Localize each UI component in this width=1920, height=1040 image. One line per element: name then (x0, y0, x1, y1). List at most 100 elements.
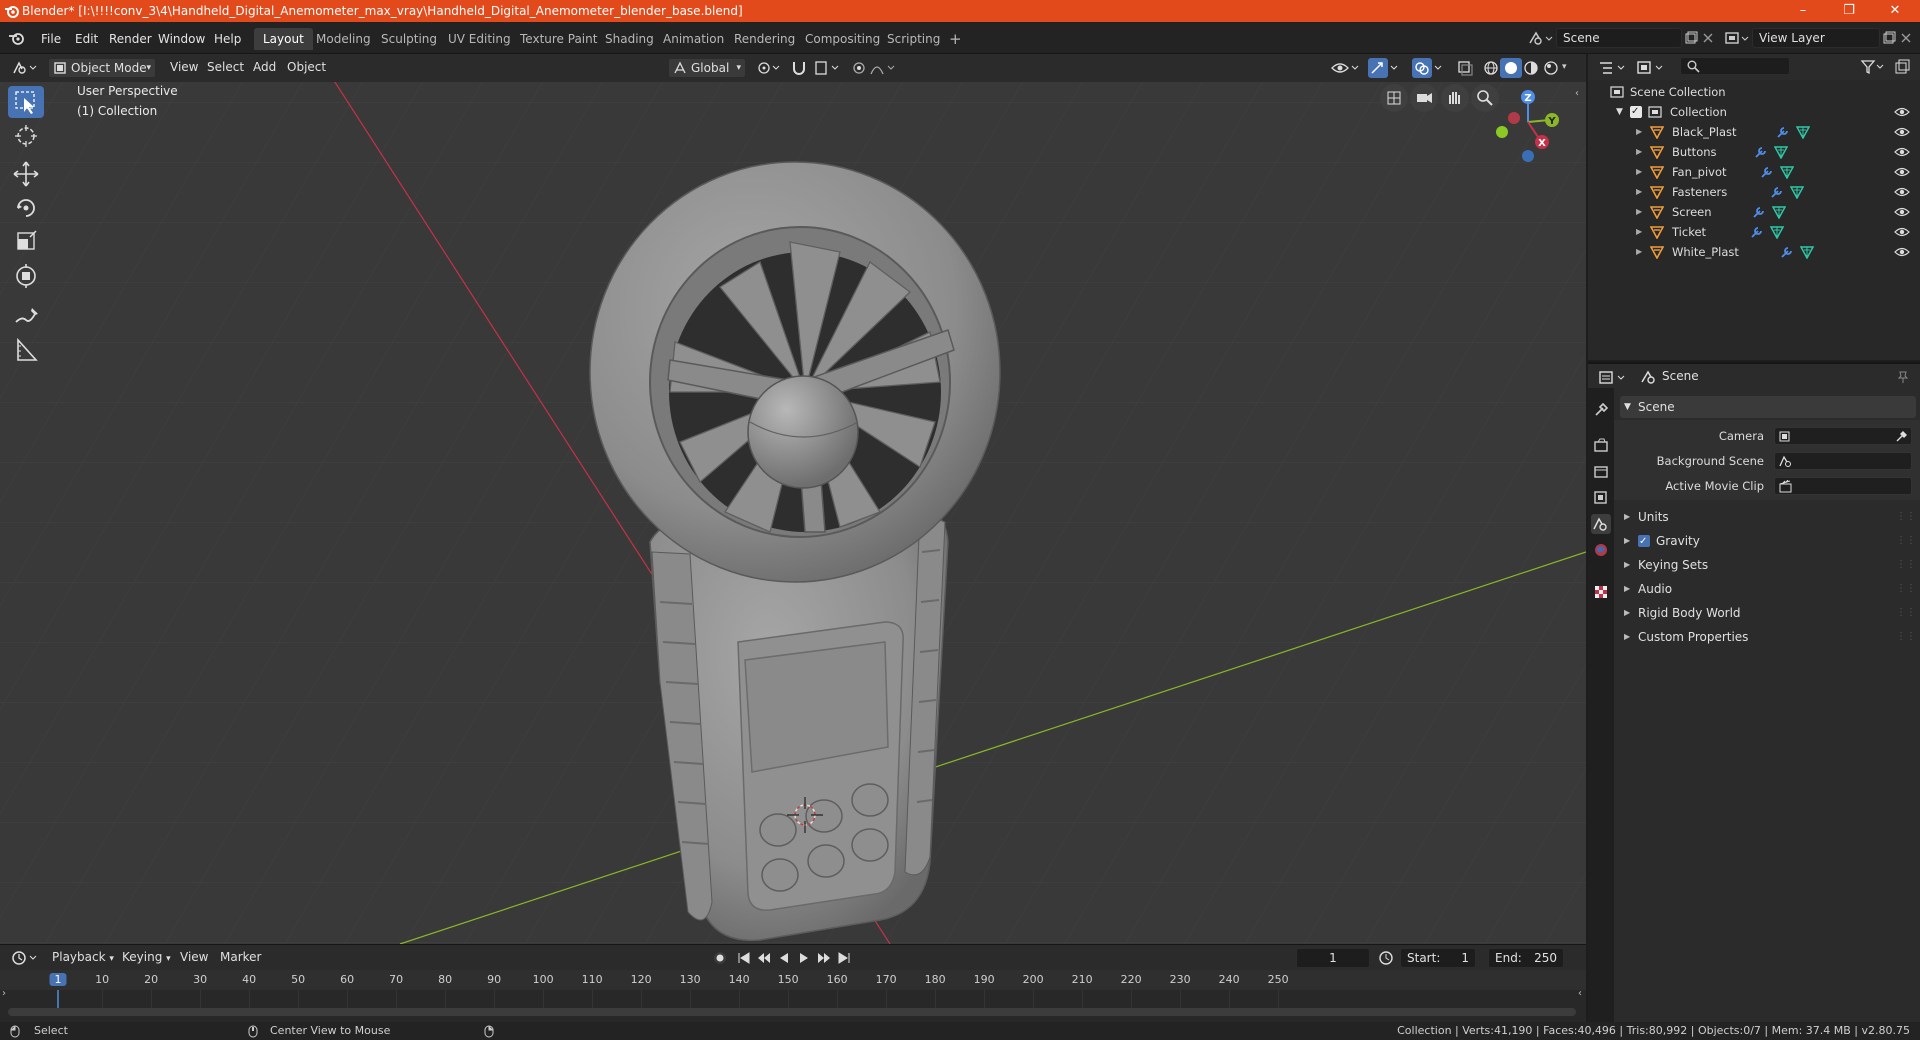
view-layer-icon[interactable] (1724, 30, 1750, 46)
outliner-row-buttons[interactable]: ▶ Buttons (1588, 142, 1920, 162)
overlays-toggle-icon[interactable] (1410, 58, 1446, 78)
subpanel-custom-properties[interactable]: ▶ Custom Properties ⋮⋮ (1620, 626, 1916, 648)
display-mode-icon[interactable] (1636, 59, 1666, 77)
nav-pan-hand-icon[interactable] (1441, 84, 1469, 112)
disclosure-open-icon[interactable]: ▼ (1616, 102, 1623, 122)
tool-tab-icon[interactable] (1591, 400, 1611, 420)
timeline-left-arrow-icon[interactable]: › (2, 988, 6, 999)
rotate-tool[interactable] (8, 192, 44, 224)
pivot-point-icon[interactable] (754, 58, 784, 78)
delete-scene-icon[interactable] (1702, 32, 1714, 44)
xray-toggle-icon[interactable] (1454, 58, 1476, 78)
render-tab-icon[interactable] (1591, 436, 1611, 456)
nav-camera-view-icon[interactable] (1410, 84, 1438, 112)
move-tool[interactable] (8, 158, 44, 190)
subpanel-rigid-body-world[interactable]: ▶ Rigid Body World ⋮⋮ (1620, 602, 1916, 624)
timeline-right-arrow-icon[interactable]: ‹ (1578, 988, 1582, 999)
menu-keying[interactable]: Keying ▾ (116, 948, 177, 968)
shading-options-chevron-icon[interactable]: ▾ (1562, 62, 1567, 72)
eyedropper-icon[interactable] (1895, 429, 1909, 443)
menu-edit[interactable]: Edit (68, 29, 105, 49)
outliner-row-ticket[interactable]: ▶ Ticket (1588, 222, 1920, 242)
rendered-shading-icon[interactable] (1540, 58, 1562, 78)
drag-handle-icon[interactable]: ⋮⋮ (1896, 506, 1916, 528)
next-keyframe-icon[interactable] (816, 950, 832, 966)
view-layer-field[interactable]: View Layer (1752, 28, 1880, 48)
drag-handle-icon[interactable]: ⋮⋮ (1896, 530, 1916, 552)
tab-uv-editing[interactable]: UV Editing (439, 28, 520, 50)
disclosure-closed-icon[interactable]: ▶ (1636, 162, 1642, 182)
play-reverse-icon[interactable] (776, 950, 792, 966)
prev-keyframe-icon[interactable] (756, 950, 772, 966)
sidebar-toggle-icon[interactable]: ‹ (1575, 88, 1579, 99)
outliner-row-white-plast[interactable]: ▶ White_Plast (1588, 242, 1920, 262)
start-frame-field[interactable]: Start: 1 (1400, 948, 1476, 968)
menu-window[interactable]: Window (151, 29, 212, 49)
end-frame-field[interactable]: End: 250 (1488, 948, 1564, 968)
disclosure-closed-icon[interactable]: ▶ (1636, 202, 1642, 222)
drag-handle-icon[interactable]: ⋮⋮ (1896, 578, 1916, 600)
falloff-icon[interactable] (868, 58, 898, 78)
menu-select[interactable]: Select (201, 58, 250, 78)
outliner-row-fasteners[interactable]: ▶ Fasteners (1588, 182, 1920, 202)
menu-marker[interactable]: Marker (214, 948, 267, 968)
disclosure-closed-icon[interactable]: ▶ (1636, 142, 1642, 162)
world-tab-icon[interactable] (1591, 540, 1611, 560)
outliner-row-scene-collection[interactable]: Scene Collection (1588, 82, 1920, 102)
properties-editor-type-icon[interactable] (1598, 369, 1628, 387)
tab-shading[interactable]: Shading (596, 28, 663, 50)
subpanel-keying-sets[interactable]: ▶ Keying Sets ⋮⋮ (1620, 554, 1916, 576)
disclosure-closed-icon[interactable]: ▶ (1636, 122, 1642, 142)
transform-orientation-dropdown[interactable]: Global ▾ (668, 58, 746, 78)
eye-icon[interactable] (1894, 227, 1910, 237)
menu-add[interactable]: Add (247, 58, 282, 78)
transform-tool[interactable] (8, 260, 44, 292)
preview-range-clock-icon[interactable] (1378, 950, 1394, 966)
tab-compositing[interactable]: Compositing (796, 28, 889, 50)
outliner-editor-type-icon[interactable] (1598, 59, 1628, 77)
outliner-row-screen[interactable]: ▶ Screen (1588, 202, 1920, 222)
filter-icon[interactable] (1860, 59, 1886, 75)
view-layer-tab-icon[interactable] (1591, 488, 1611, 508)
timeline-area[interactable]: 1 10 20 30 40 50 60 70 80 90 100 110 120 130 140 150 160… (0, 970, 1586, 1022)
menu-object[interactable]: Object (281, 58, 332, 78)
jump-start-icon[interactable] (736, 950, 752, 966)
tab-layout[interactable]: Layout (254, 28, 313, 50)
proportional-edit-icon[interactable] (848, 58, 870, 78)
wireframe-shading-icon[interactable] (1480, 58, 1502, 78)
tab-texture-paint[interactable]: Texture Paint (511, 28, 606, 50)
scene-panel-header[interactable]: ▼ Scene (1620, 396, 1916, 418)
drag-handle-icon[interactable]: ⋮⋮ (1896, 602, 1916, 624)
menu-help[interactable]: Help (207, 29, 248, 49)
scene-tab[interactable] (1591, 514, 1611, 534)
subpanel-audio[interactable]: ▶ Audio ⋮⋮ (1620, 578, 1916, 600)
measure-tool[interactable] (8, 334, 44, 366)
active-movie-clip-field[interactable] (1774, 477, 1912, 495)
close-button[interactable]: ✕ (1872, 0, 1918, 22)
tab-modeling[interactable]: Modeling (307, 28, 380, 50)
solid-shading-icon[interactable] (1500, 58, 1522, 78)
select-box-tool[interactable] (8, 86, 44, 118)
eye-icon[interactable] (1894, 127, 1910, 137)
disclosure-closed-icon[interactable]: ▶ (1636, 242, 1642, 262)
record-icon[interactable] (712, 950, 728, 966)
3d-viewport[interactable]: Z Y X User Perspective (1) Collection ‹ (0, 82, 1586, 944)
outliner-row-fan-pivot[interactable]: ▶ Fan_pivot (1588, 162, 1920, 182)
maximize-button[interactable]: ❐ (1826, 0, 1872, 22)
timeline-editor-type-icon[interactable] (10, 949, 40, 967)
jump-end-icon[interactable] (836, 950, 852, 966)
new-collection-icon[interactable] (1894, 59, 1910, 75)
eye-icon[interactable] (1894, 147, 1910, 157)
object-mode-dropdown[interactable]: Object Mode ▾ (48, 58, 156, 78)
output-tab-icon[interactable] (1591, 462, 1611, 482)
pin-icon[interactable] (1896, 370, 1910, 384)
cursor-tool[interactable] (8, 120, 44, 152)
eye-icon[interactable] (1894, 247, 1910, 257)
tab-sculpting[interactable]: Sculpting (372, 28, 446, 50)
drag-handle-icon[interactable]: ⋮⋮ (1896, 554, 1916, 576)
eye-icon[interactable] (1894, 187, 1910, 197)
minimize-button[interactable]: – (1780, 0, 1826, 22)
viewport-scene[interactable]: Z Y X (0, 82, 1586, 944)
visibility-filter-icon[interactable] (1328, 58, 1362, 78)
disclosure-closed-icon[interactable]: ▶ (1636, 182, 1642, 202)
